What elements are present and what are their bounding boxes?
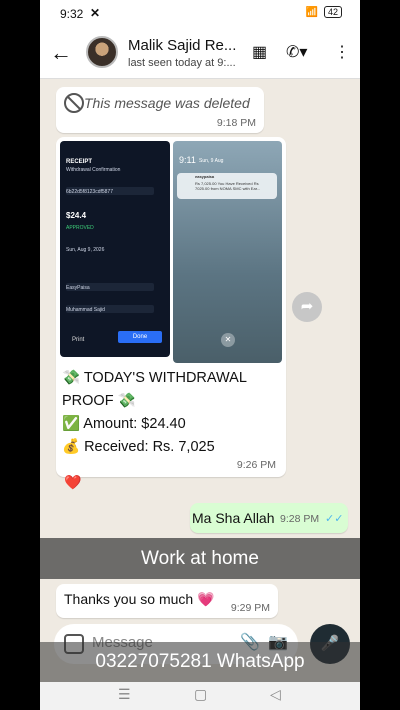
notification-card: easypaisa Rs 7,025.00 You Have Received … bbox=[177, 173, 277, 199]
status-bar: 9:32 ✕ 📶 42 bbox=[40, 0, 360, 28]
receipt-image[interactable]: RECEIPT Withdrawal Confirmation 6b22d5f8… bbox=[60, 141, 170, 357]
message-time: 9:28 PM bbox=[280, 513, 320, 525]
avatar[interactable] bbox=[86, 36, 118, 68]
notification-image[interactable]: 9:11 Sun, 9 Aug easypaisa Rs 7,025.00 Yo… bbox=[173, 141, 282, 363]
reaction-heart[interactable]: ❤️ bbox=[64, 474, 81, 491]
message-time: 9:29 PM bbox=[230, 602, 270, 614]
wifi-icon: 📶 bbox=[305, 6, 318, 18]
notification-icon: ✕ bbox=[90, 6, 101, 20]
deleted-message[interactable]: This message was deleted 9:18 PM bbox=[56, 87, 264, 133]
close-icon: ✕ bbox=[221, 333, 235, 347]
overlay-banner-top: Work at home bbox=[40, 538, 360, 579]
media-message[interactable]: RECEIPT Withdrawal Confirmation 6b22d5f8… bbox=[56, 137, 286, 477]
chat-header: ← Malik Sajid Re... last seen today at 9… bbox=[40, 28, 360, 79]
last-seen: last seen today at 9:... bbox=[128, 57, 236, 69]
incoming-message[interactable]: Thanks you so much 💗 9:29 PM bbox=[56, 584, 278, 618]
recents-icon[interactable]: ☰ bbox=[118, 686, 131, 703]
message-time: 9:18 PM bbox=[216, 117, 256, 129]
outgoing-message[interactable]: Ma Sha Allah 9:28 PM ✓✓ bbox=[190, 503, 348, 533]
phone-icon[interactable]: ✆▾ bbox=[286, 42, 307, 62]
home-icon[interactable]: ▢ bbox=[194, 686, 207, 703]
ban-icon bbox=[64, 93, 84, 113]
message-text: Thanks you so much 💗 bbox=[64, 591, 215, 607]
back-nav-icon[interactable]: ◁ bbox=[270, 686, 281, 703]
read-ticks-icon: ✓✓ bbox=[325, 513, 344, 525]
phone-screen: 9:32 ✕ 📶 42 ← Malik Sajid Re... last see… bbox=[40, 0, 360, 710]
contact-name[interactable]: Malik Sajid Re... bbox=[128, 37, 238, 54]
more-vert-icon[interactable]: ⋮ bbox=[334, 42, 350, 62]
notif-time: 9:11 bbox=[179, 155, 196, 165]
battery-icon: 42 bbox=[323, 6, 342, 18]
message-caption: 💸 TODAY'S WITHDRAWAL PROOF 💸 ✅ Amount: $… bbox=[62, 370, 247, 455]
status-time: 9:32 bbox=[60, 7, 84, 21]
store-icon[interactable]: ▦ bbox=[252, 42, 267, 62]
overlay-banner-bottom: 03227075281 WhatsApp bbox=[40, 642, 360, 682]
forward-icon[interactable]: ➦ bbox=[292, 292, 322, 322]
system-nav-bar: ☰ ▢ ◁ bbox=[40, 682, 360, 710]
back-arrow-icon[interactable]: ← bbox=[50, 40, 72, 66]
status-icons: 📶 42 bbox=[306, 6, 342, 18]
message-time: 9:26 PM bbox=[236, 459, 276, 471]
deleted-text: This message was deleted bbox=[84, 95, 250, 111]
chat-area[interactable]: This message was deleted 9:18 PM RECEIPT… bbox=[40, 79, 360, 669]
message-text: Ma Sha Allah bbox=[192, 510, 275, 526]
